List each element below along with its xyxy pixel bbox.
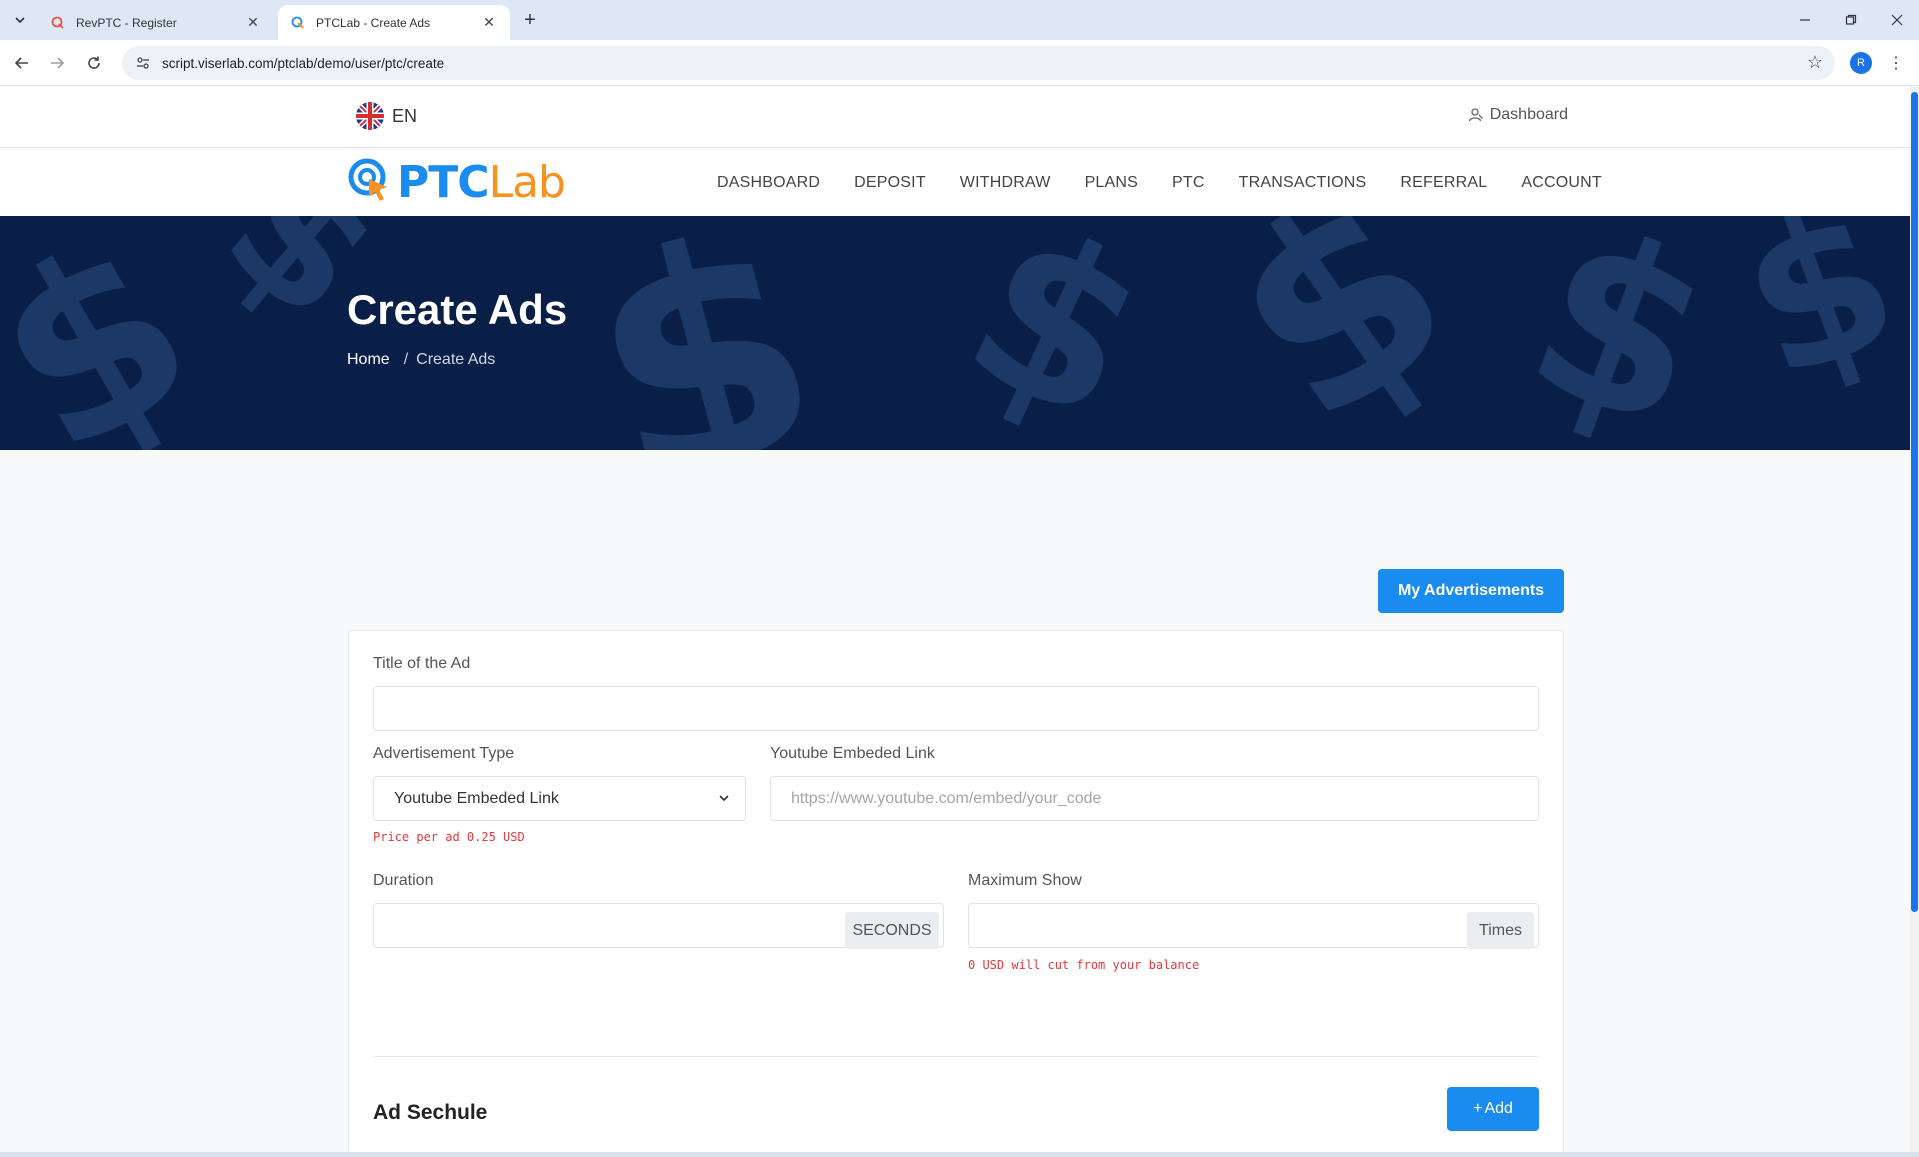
- revptc-favicon-icon: [50, 15, 66, 31]
- site-info-icon[interactable]: [128, 55, 158, 71]
- nav-item-plans[interactable]: PLANS: [1085, 174, 1138, 192]
- minimize-icon[interactable]: [1782, 0, 1828, 40]
- close-tab-icon[interactable]: ✕: [244, 14, 262, 32]
- back-arrow-icon[interactable]: [8, 49, 36, 77]
- balance-cut-hint: 0 USD will cut from your balance: [968, 958, 1200, 972]
- advertisement-type-label: Advertisement Type: [373, 745, 515, 762]
- nav-item-ptc[interactable]: PTC: [1172, 174, 1205, 192]
- duration-input[interactable]: SECONDS: [373, 903, 944, 949]
- duration-label: Duration: [373, 872, 434, 889]
- youtube-link-placeholder: https://www.youtube.com/embed/your_code: [791, 789, 1102, 807]
- dollar-background-icon: $: [1714, 216, 1910, 426]
- ad-schedule-title: Ad Sechule: [373, 1101, 488, 1124]
- browser-tab-ptclab[interactable]: PTCLab - Create Ads ✕: [278, 5, 510, 40]
- youtube-link-label: Youtube Embeded Link: [770, 745, 935, 762]
- browser-tab-revptc[interactable]: RevPTC - Register ✕: [38, 5, 274, 40]
- target-cursor-logo-icon: [347, 157, 393, 208]
- dashboard-link-label: Dashboard: [1489, 106, 1568, 123]
- dollar-background-icon: $: [933, 216, 1181, 450]
- breadcrumb-current: Create Ads: [416, 351, 496, 368]
- price-hint: Price per ad 0.25 USD: [373, 830, 525, 844]
- page-hero-banner: $ $ $ $ $ $ $ Create Ads Home / Create A…: [0, 216, 1910, 450]
- plus-icon: +: [1473, 1100, 1483, 1117]
- nav-menu: DASHBOARD DEPOSIT WITHDRAW PLANS PTC TRA…: [700, 149, 1619, 216]
- breadcrumb-home[interactable]: Home: [347, 351, 390, 369]
- add-schedule-label: Add: [1484, 1100, 1513, 1117]
- dollar-background-icon: $: [0, 216, 236, 450]
- browser-tab-bar: RevPTC - Register ✕ PTCLab - Create Ads …: [0, 0, 1919, 40]
- close-window-icon[interactable]: [1874, 0, 1919, 40]
- user-icon: [1468, 107, 1484, 123]
- browser-toolbar: script.viserlab.com/ptclab/demo/user/ptc…: [0, 40, 1919, 86]
- section-divider: [373, 1056, 1539, 1057]
- my-advertisements-button[interactable]: My Advertisements: [1378, 569, 1564, 613]
- create-ad-form-card: Title of the Ad Advertisement Type Youtu…: [348, 630, 1564, 1152]
- page-viewport: EN Dashboard PTC Lab DASHBOARD DEPOSIT W…: [0, 87, 1910, 1152]
- nav-item-account[interactable]: ACCOUNT: [1521, 174, 1602, 192]
- top-header: EN Dashboard: [0, 87, 1910, 148]
- logo-text-ptc: PTC: [397, 156, 490, 208]
- url-text: script.viserlab.com/ptclab/demo/user/ptc…: [162, 55, 445, 71]
- tab-search-chevron-icon[interactable]: [8, 8, 32, 32]
- reload-icon[interactable]: [80, 49, 108, 77]
- advertisement-type-value: Youtube Embeded Link: [394, 789, 559, 807]
- page-scrollbar-thumb[interactable]: [1911, 92, 1918, 912]
- new-tab-icon[interactable]: +: [518, 8, 542, 32]
- breadcrumb: Home / Create Ads: [347, 351, 495, 369]
- tab-title: RevPTC - Register: [76, 15, 177, 30]
- uk-flag-icon: [356, 102, 384, 130]
- nav-item-withdraw[interactable]: WITHDRAW: [960, 174, 1051, 192]
- browser-menu-icon[interactable]: ⋮: [1888, 52, 1904, 74]
- ptclab-logo[interactable]: PTC Lab: [347, 156, 566, 208]
- seconds-addon: SECONDS: [845, 912, 939, 949]
- ptclab-favicon-icon: [290, 15, 306, 31]
- nav-item-dashboard[interactable]: DASHBOARD: [717, 174, 820, 192]
- maximum-show-input[interactable]: Times: [968, 903, 1539, 949]
- chevron-down-icon: [717, 791, 731, 810]
- address-bar[interactable]: script.viserlab.com/ptclab/demo/user/ptc…: [122, 46, 1835, 80]
- maximum-show-label: Maximum Show: [968, 872, 1082, 889]
- title-label: Title of the Ad: [373, 655, 471, 672]
- nav-item-transactions[interactable]: TRANSACTIONS: [1239, 174, 1367, 192]
- forward-arrow-icon[interactable]: [43, 49, 71, 77]
- tab-title: PTCLab - Create Ads: [316, 15, 431, 30]
- close-tab-icon[interactable]: ✕: [480, 14, 498, 32]
- dollar-background-icon: $: [1179, 216, 1502, 450]
- bookmark-star-icon[interactable]: ☆: [1807, 52, 1823, 73]
- youtube-link-input[interactable]: https://www.youtube.com/embed/your_code: [770, 776, 1539, 821]
- times-addon: Times: [1467, 912, 1534, 949]
- add-schedule-button[interactable]: + Add: [1447, 1087, 1539, 1131]
- language-code: EN: [392, 105, 418, 126]
- ad-title-input[interactable]: [373, 686, 1539, 731]
- breadcrumb-separator: /: [403, 351, 409, 368]
- dashboard-link[interactable]: Dashboard: [1468, 106, 1568, 124]
- nav-item-deposit[interactable]: DEPOSIT: [854, 174, 926, 192]
- logo-text-lab: Lab: [488, 156, 566, 208]
- nav-item-referral[interactable]: REFERRAL: [1400, 174, 1487, 192]
- restore-icon[interactable]: [1828, 0, 1874, 40]
- dollar-background-icon: $: [1499, 216, 1741, 450]
- dollar-background-icon: $: [558, 216, 851, 450]
- main-navigation: PTC Lab DASHBOARD DEPOSIT WITHDRAW PLANS…: [0, 149, 1910, 216]
- language-selector[interactable]: EN: [356, 102, 417, 130]
- window-bottom-edge: [0, 1152, 1919, 1157]
- advertisement-type-select[interactable]: Youtube Embeded Link: [373, 776, 746, 821]
- page-title: Create Ads: [347, 286, 568, 333]
- profile-avatar[interactable]: R: [1850, 52, 1872, 74]
